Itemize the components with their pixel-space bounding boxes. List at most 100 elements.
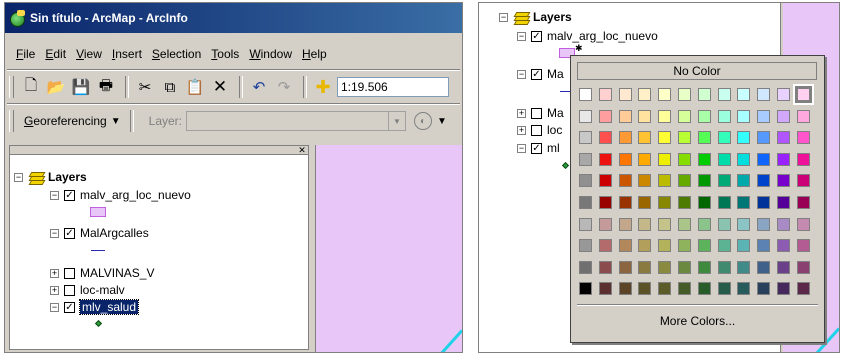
color-swatch[interactable]	[658, 260, 672, 274]
color-swatch[interactable]	[638, 282, 652, 296]
color-swatch[interactable]	[737, 217, 751, 231]
color-swatch[interactable]	[579, 217, 592, 231]
color-swatch[interactable]	[658, 217, 672, 231]
menu-selection[interactable]: Selection	[147, 47, 206, 61]
expand-icon[interactable]: +	[50, 285, 59, 295]
layer-row[interactable]: − ✓ malv_arg_loc_nuevo	[517, 28, 658, 44]
redo-icon[interactable]: ↷	[273, 76, 295, 98]
color-swatch[interactable]	[737, 260, 751, 274]
color-swatch[interactable]	[618, 131, 632, 145]
color-swatch[interactable]	[777, 282, 790, 296]
color-swatch[interactable]	[757, 282, 771, 296]
title-bar[interactable]: Sin título - ArcMap - ArcInfo	[5, 3, 462, 33]
color-swatch[interactable]	[777, 152, 790, 166]
color-swatch[interactable]	[737, 88, 751, 101]
color-swatch[interactable]	[678, 174, 691, 188]
color-swatch[interactable]	[598, 131, 612, 145]
layer-visibility-checkbox[interactable]: ✓	[531, 30, 542, 42]
color-swatch[interactable]	[796, 260, 810, 274]
color-swatch[interactable]	[697, 282, 711, 296]
color-swatch[interactable]	[618, 88, 632, 101]
collapse-icon[interactable]: −	[50, 228, 59, 238]
color-swatch[interactable]	[717, 109, 731, 123]
color-swatch[interactable]	[757, 152, 771, 166]
open-folder-icon[interactable]: 📂	[45, 76, 67, 98]
color-swatch[interactable]	[777, 217, 790, 231]
cut-icon[interactable]: ✂	[134, 76, 156, 98]
color-swatch[interactable]	[618, 174, 632, 188]
color-swatch[interactable]	[658, 174, 672, 188]
color-swatch[interactable]	[658, 88, 672, 101]
color-swatch[interactable]	[717, 174, 731, 188]
color-swatch[interactable]	[579, 239, 592, 253]
color-swatch[interactable]	[796, 239, 810, 253]
layer-visibility-checkbox[interactable]: ✓	[531, 68, 542, 80]
menu-help[interactable]: Help	[297, 47, 332, 61]
layer-row[interactable]: + Ma	[517, 105, 564, 121]
color-swatch[interactable]	[658, 282, 672, 296]
expand-icon[interactable]: +	[517, 125, 526, 135]
color-swatch[interactable]	[796, 174, 810, 188]
collapse-icon[interactable]: −	[14, 172, 23, 182]
color-swatch[interactable]	[737, 109, 751, 123]
color-swatch[interactable]	[757, 109, 771, 123]
color-swatch[interactable]	[598, 109, 612, 123]
color-swatch[interactable]	[796, 152, 810, 166]
layer-visibility-checkbox[interactable]: ✓	[64, 301, 75, 313]
color-swatch[interactable]	[638, 260, 652, 274]
color-swatch[interactable]	[757, 174, 771, 188]
layer-row[interactable]: + MALVINAS_V	[50, 265, 154, 281]
color-swatch[interactable]	[678, 131, 691, 145]
collapse-icon[interactable]: −	[517, 31, 526, 41]
color-swatch[interactable]	[697, 88, 711, 101]
new-document-icon[interactable]: 🗋	[20, 76, 42, 98]
menu-file[interactable]: File	[11, 47, 40, 61]
color-swatch[interactable]	[678, 88, 691, 101]
color-swatch[interactable]	[598, 282, 612, 296]
layer-visibility-checkbox[interactable]: ✓	[64, 227, 75, 239]
color-swatch[interactable]	[658, 152, 672, 166]
color-swatch[interactable]	[678, 217, 691, 231]
delete-icon[interactable]: ✕	[209, 76, 231, 98]
color-swatch[interactable]	[757, 131, 771, 145]
menu-edit[interactable]: Edit	[40, 47, 71, 61]
georeferencing-menu-button[interactable]: Georeferencing ▼	[20, 114, 125, 128]
toc-title-bar[interactable]: ✕	[10, 145, 308, 155]
color-swatch[interactable]	[796, 217, 810, 231]
color-swatch[interactable]	[598, 217, 612, 231]
color-swatch[interactable]	[697, 260, 711, 274]
color-swatch[interactable]	[697, 239, 711, 253]
map-display[interactable]	[315, 145, 462, 352]
color-swatch[interactable]	[792, 84, 814, 105]
color-swatch[interactable]	[777, 174, 790, 188]
collapse-icon[interactable]: −	[499, 12, 508, 22]
layer-row[interactable]: + loc	[517, 122, 562, 138]
close-icon[interactable]: ✕	[297, 145, 307, 155]
point-symbol[interactable]	[561, 161, 570, 170]
layer-visibility-checkbox[interactable]	[64, 284, 75, 296]
color-swatch[interactable]	[579, 196, 592, 209]
color-swatch[interactable]	[658, 109, 672, 123]
color-swatch[interactable]	[618, 196, 632, 209]
color-swatch[interactable]	[658, 239, 672, 253]
layer-select[interactable]: ▼	[186, 111, 406, 131]
color-swatch[interactable]	[579, 152, 592, 166]
undo-icon[interactable]: ↶	[248, 76, 270, 98]
layer-row[interactable]: + loc-malv	[50, 282, 125, 298]
layer-visibility-checkbox[interactable]: ✓	[64, 189, 75, 201]
menu-tools[interactable]: Tools	[206, 47, 244, 61]
color-swatch[interactable]	[697, 152, 711, 166]
color-swatch[interactable]	[579, 109, 592, 123]
color-swatch[interactable]	[717, 282, 731, 296]
color-swatch[interactable]	[598, 174, 612, 188]
menu-view[interactable]: View	[71, 47, 107, 61]
collapse-icon[interactable]: −	[50, 302, 59, 312]
color-swatch[interactable]	[638, 88, 652, 101]
color-swatch[interactable]	[697, 174, 711, 188]
chevron-down-icon[interactable]: ▼	[388, 112, 405, 130]
color-swatch[interactable]	[757, 260, 771, 274]
color-swatch[interactable]	[796, 131, 810, 145]
color-swatch[interactable]	[717, 88, 731, 101]
color-swatch[interactable]	[579, 260, 592, 274]
color-swatch[interactable]	[618, 109, 632, 123]
